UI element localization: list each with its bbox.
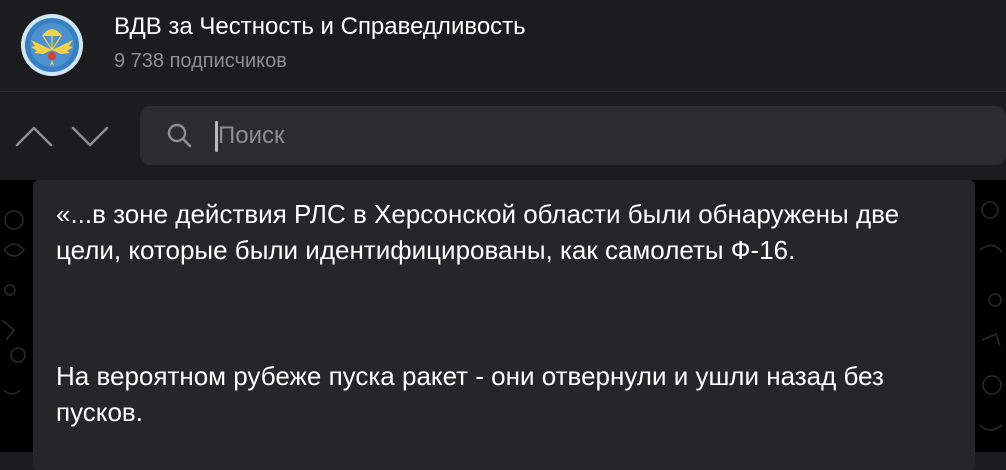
message-paragraph: На вероятном рубеже пуска ракет - они от… xyxy=(56,361,884,427)
message-paragraph: «...в зоне действия РЛС в Херсонской обл… xyxy=(56,199,900,265)
vdv-emblem-icon xyxy=(21,14,83,76)
subscriber-count: 9 738 подписчиков xyxy=(114,50,287,72)
search-input[interactable] xyxy=(218,118,918,154)
previous-result-button[interactable] xyxy=(14,118,54,154)
channel-header: ВДВ за Честность и Справедливость 9 738 … xyxy=(0,0,1006,92)
chevron-up-icon xyxy=(15,126,53,147)
search-icon xyxy=(167,123,192,148)
channel-avatar[interactable] xyxy=(21,14,83,76)
chevron-down-icon xyxy=(71,126,109,147)
next-result-button[interactable] xyxy=(70,118,110,154)
channel-title[interactable]: ВДВ за Честность и Справедливость xyxy=(114,13,526,41)
